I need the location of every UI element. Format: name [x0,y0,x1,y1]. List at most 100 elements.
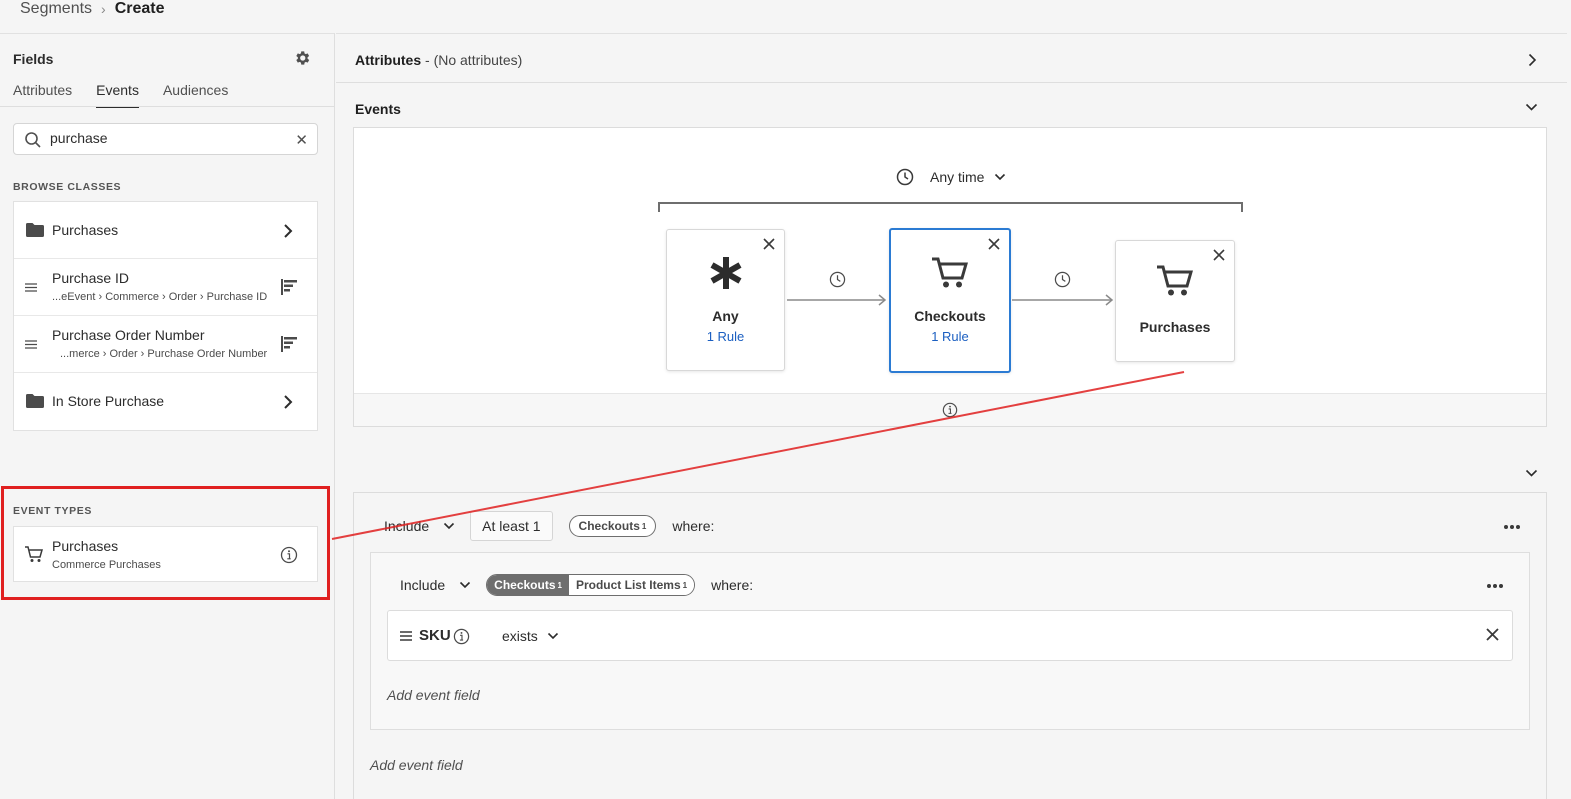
node-rule-link[interactable]: 1 Rule [667,329,784,344]
fields-tabs: Attributes Events Audiences [13,82,228,108]
close-icon[interactable] [988,238,1000,250]
include-dropdown[interactable]: Include [384,518,455,534]
clock-icon [896,168,914,186]
chevron-down-icon[interactable] [1525,469,1538,478]
fields-panel-title: Fields [13,51,54,67]
info-icon[interactable] [453,628,470,645]
add-event-field-inner[interactable]: Add event field [387,687,480,703]
class-row-title: Purchase Order Number [52,327,205,343]
close-icon[interactable] [1213,249,1225,261]
chevron-down-icon [547,632,558,640]
chevron-right-icon[interactable] [283,395,293,409]
time-bracket [658,202,1243,212]
page-title: Create [114,0,165,17]
event-tag-group[interactable]: Checkouts 1 Product List Items 1 [486,574,696,596]
event-node-checkouts[interactable]: Checkouts 1 Rule [889,228,1011,373]
chevron-down-icon [460,581,471,589]
inner-rule-row: Include Checkouts 1 Product List Items 1 w… [400,574,753,596]
more-options-icon[interactable] [1503,524,1521,530]
breadcrumb-segments-link[interactable]: Segments [20,0,92,18]
time-constraint-dropdown[interactable]: Any time [896,168,1006,186]
condition-row-sku: SKU exists [387,610,1513,661]
event-tag-checkouts[interactable]: Checkouts 1 [568,515,657,537]
tag-label: Checkouts [494,578,556,592]
event-type-subtitle: Commerce Purchases [52,559,161,571]
chevron-right-icon[interactable] [1528,53,1537,67]
field-lines-icon [25,283,37,292]
clear-search-icon[interactable]: ✕ [295,131,308,149]
asterisk-icon [709,256,743,290]
event-type-purchases[interactable]: Purchases Commerce Purchases [13,526,318,582]
outer-rule-row: Include At least 1 Checkouts 1 where: [384,511,714,541]
node-title: Checkouts [914,308,986,324]
tag-checkouts[interactable]: Checkouts 1 [487,575,569,595]
event-node-purchases[interactable]: Purchases [1115,240,1235,362]
event-types-heading: EVENT TYPES [13,505,92,517]
tag-sup: 1 [682,580,688,590]
where-label: where: [672,518,715,534]
count-input[interactable]: At least 1 [470,511,553,541]
chevron-right-icon[interactable] [283,224,293,238]
gear-icon[interactable] [293,49,311,67]
distribution-icon[interactable] [281,336,297,352]
folder-icon [26,394,44,408]
class-row-title: Purchases [52,222,119,238]
sequence-arrow [787,294,887,306]
tag-label: Checkouts [578,519,640,533]
info-icon[interactable] [280,546,298,564]
tabs-divider [0,106,334,107]
tag-label: Product List Items [575,578,681,592]
class-row-in-store-purchase[interactable]: In Store Purchase [14,373,317,430]
include-dropdown[interactable]: Include [400,577,471,593]
clock-icon[interactable] [829,271,846,288]
chevron-down-icon[interactable] [1525,103,1538,112]
class-row-title: In Store Purchase [52,393,165,409]
search-field: ✕ [13,123,318,155]
event-type-title: Purchases [52,538,119,554]
class-list: Purchases Purchase ID ...eEvent › Commer… [13,201,318,431]
tab-attributes[interactable]: Attributes [13,82,72,108]
clock-icon[interactable] [1054,271,1071,288]
info-icon[interactable] [942,402,958,418]
node-title: Any [712,308,739,324]
attributes-bar[interactable]: Attributes - (No attributes) [336,33,1567,83]
field-lines-icon [25,340,37,349]
folder-icon [26,223,44,237]
attributes-title: Attributes - (No attributes) [355,52,522,68]
chevron-down-icon [444,522,455,530]
node-rule-link[interactable]: 1 Rule [891,329,1009,344]
events-section-title: Events [355,101,401,117]
drag-handle-icon[interactable] [400,631,412,641]
field-path: ...eEvent › Commerce › Order › Purchase … [52,291,268,303]
tab-audiences[interactable]: Audiences [163,82,228,108]
more-options-icon[interactable] [1486,583,1504,589]
attributes-detail: - (No attributes) [421,52,523,68]
close-icon[interactable] [763,238,775,250]
attributes-label: Attributes [355,52,422,68]
chevron-down-icon [994,173,1006,181]
browse-classes-heading: BROWSE CLASSES [13,181,122,193]
class-row-purchase-order-number[interactable]: Purchase Order Number ...merce › Order ›… [14,316,317,373]
add-event-field-outer[interactable]: Add event field [370,757,463,773]
condition-field-label: SKU [419,627,451,644]
tab-events[interactable]: Events [96,82,139,108]
field-path: ...merce › Order › Purchase Order Number [60,348,268,360]
operator-label: exists [502,628,538,644]
node-title: Purchases [1139,319,1211,335]
tag-sup: 1 [557,580,562,590]
class-row-purchase-id[interactable]: Purchase ID ...eEvent › Commerce › Order… [14,259,317,316]
class-row-purchases[interactable]: Purchases [14,202,317,259]
cart-icon [1157,265,1193,297]
include-label: Include [384,518,430,534]
operator-dropdown[interactable]: exists [502,628,559,644]
distribution-icon[interactable] [281,279,297,295]
time-constraint-label: Any time [930,169,985,185]
tag-sup: 1 [641,521,647,531]
breadcrumb: Segments › Create [20,0,165,21]
close-icon[interactable] [1486,628,1499,641]
include-label: Include [400,577,446,593]
search-input[interactable] [50,130,290,146]
tag-product-list-items[interactable]: Product List Items 1 [568,575,695,595]
event-node-any[interactable]: Any 1 Rule [666,229,785,371]
sequence-arrow [1012,294,1114,306]
